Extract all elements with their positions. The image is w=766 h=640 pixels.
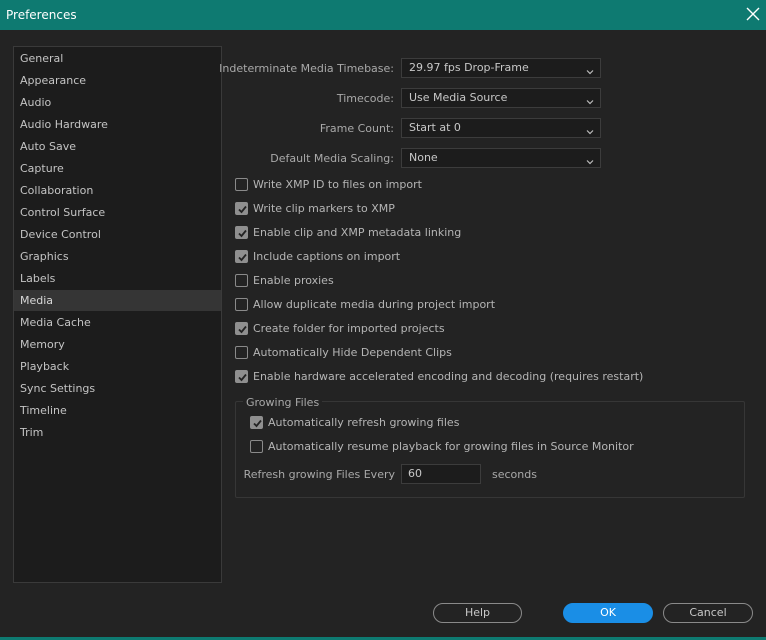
sidebar-item-audio-hardware[interactable]: Audio Hardware bbox=[14, 114, 221, 135]
checkmark-icon bbox=[238, 205, 247, 214]
title-bar: Preferences bbox=[0, 0, 766, 30]
checkbox-label: Include captions on import bbox=[253, 250, 401, 263]
close-icon[interactable] bbox=[746, 7, 760, 23]
checkbox-label: Automatically refresh growing files bbox=[268, 416, 460, 429]
sidebar-item-general[interactable]: General bbox=[14, 48, 221, 69]
timebase-dropdown[interactable]: 29.97 fps Drop-Frame bbox=[401, 58, 601, 78]
checkbox-label: Allow duplicate media during project imp… bbox=[253, 298, 496, 311]
checkmark-icon bbox=[253, 419, 262, 428]
refresh-interval-label: Refresh growing Files Every bbox=[243, 468, 395, 481]
sidebar-item-trim[interactable]: Trim bbox=[14, 422, 221, 443]
checkbox-box[interactable] bbox=[235, 226, 248, 239]
sidebar-item-appearance[interactable]: Appearance bbox=[14, 70, 221, 91]
checkbox-box[interactable] bbox=[235, 370, 248, 383]
sidebar-item-timeline[interactable]: Timeline bbox=[14, 400, 221, 421]
window-title: Preferences bbox=[6, 8, 77, 22]
scaling-label: Default Media Scaling: bbox=[270, 152, 394, 165]
checkbox-box[interactable] bbox=[235, 202, 248, 215]
checkbox-label: Enable proxies bbox=[253, 274, 334, 287]
checkmark-icon bbox=[238, 253, 247, 262]
sidebar-item-memory[interactable]: Memory bbox=[14, 334, 221, 355]
frame-count-label: Frame Count: bbox=[319, 122, 394, 135]
category-list: General Appearance Audio Audio Hardware … bbox=[13, 46, 222, 583]
scaling-value: None bbox=[409, 151, 438, 164]
sidebar-item-capture[interactable]: Capture bbox=[14, 158, 221, 179]
sidebar-item-graphics[interactable]: Graphics bbox=[14, 246, 221, 267]
sidebar-item-audio[interactable]: Audio bbox=[14, 92, 221, 113]
timebase-label: Indeterminate Media Timebase: bbox=[219, 62, 394, 75]
checkbox-box[interactable] bbox=[235, 346, 248, 359]
checkbox-label: Create folder for imported projects bbox=[253, 322, 445, 335]
checkbox-box[interactable] bbox=[235, 274, 248, 287]
sidebar-item-labels[interactable]: Labels bbox=[14, 268, 221, 289]
sidebar-item-sync-settings[interactable]: Sync Settings bbox=[14, 378, 221, 399]
refresh-unit-label: seconds bbox=[492, 468, 537, 481]
checkbox-box[interactable] bbox=[250, 416, 263, 429]
checkbox-box[interactable] bbox=[235, 322, 248, 335]
timecode-value: Use Media Source bbox=[409, 91, 508, 104]
checkbox-label: Automatically resume playback for growin… bbox=[268, 440, 634, 453]
checkbox-label: Write clip markers to XMP bbox=[253, 202, 395, 215]
checkbox-label: Automatically Hide Dependent Clips bbox=[253, 346, 452, 359]
chevron-down-icon bbox=[586, 154, 594, 165]
timecode-dropdown[interactable]: Use Media Source bbox=[401, 88, 601, 108]
chevron-down-icon bbox=[586, 94, 594, 105]
timebase-value: 29.97 fps Drop-Frame bbox=[409, 61, 529, 74]
checkbox-label: Write XMP ID to files on import bbox=[253, 178, 422, 191]
help-button[interactable]: Help bbox=[433, 603, 522, 623]
checkbox-box[interactable] bbox=[235, 178, 248, 191]
sidebar-item-media-cache[interactable]: Media Cache bbox=[14, 312, 221, 333]
ok-button[interactable]: OK bbox=[563, 603, 653, 623]
checkmark-icon bbox=[238, 373, 247, 382]
growing-files-title: Growing Files bbox=[243, 396, 323, 409]
timecode-label: Timecode: bbox=[336, 92, 394, 105]
frame-count-value: Start at 0 bbox=[409, 121, 461, 134]
sidebar-item-media[interactable]: Media bbox=[14, 290, 221, 311]
checkbox-label: Enable hardware accelerated encoding and… bbox=[253, 370, 644, 383]
frame-count-dropdown[interactable]: Start at 0 bbox=[401, 118, 601, 138]
scaling-dropdown[interactable]: None bbox=[401, 148, 601, 168]
checkmark-icon bbox=[238, 325, 247, 334]
sidebar-item-device-control[interactable]: Device Control bbox=[14, 224, 221, 245]
checkmark-icon bbox=[238, 229, 247, 238]
chevron-down-icon bbox=[586, 124, 594, 135]
chevron-down-icon bbox=[586, 64, 594, 75]
checkbox-box[interactable] bbox=[250, 440, 263, 453]
cancel-button[interactable]: Cancel bbox=[663, 603, 753, 623]
checkbox-label: Enable clip and XMP metadata linking bbox=[253, 226, 462, 239]
checkbox-box[interactable] bbox=[235, 250, 248, 263]
checkbox-box[interactable] bbox=[235, 298, 248, 311]
refresh-interval-input[interactable]: 60 bbox=[401, 464, 481, 484]
sidebar-item-control-surface[interactable]: Control Surface bbox=[14, 202, 221, 223]
sidebar-item-collaboration[interactable]: Collaboration bbox=[14, 180, 221, 201]
sidebar-item-playback[interactable]: Playback bbox=[14, 356, 221, 377]
sidebar-item-auto-save[interactable]: Auto Save bbox=[14, 136, 221, 157]
